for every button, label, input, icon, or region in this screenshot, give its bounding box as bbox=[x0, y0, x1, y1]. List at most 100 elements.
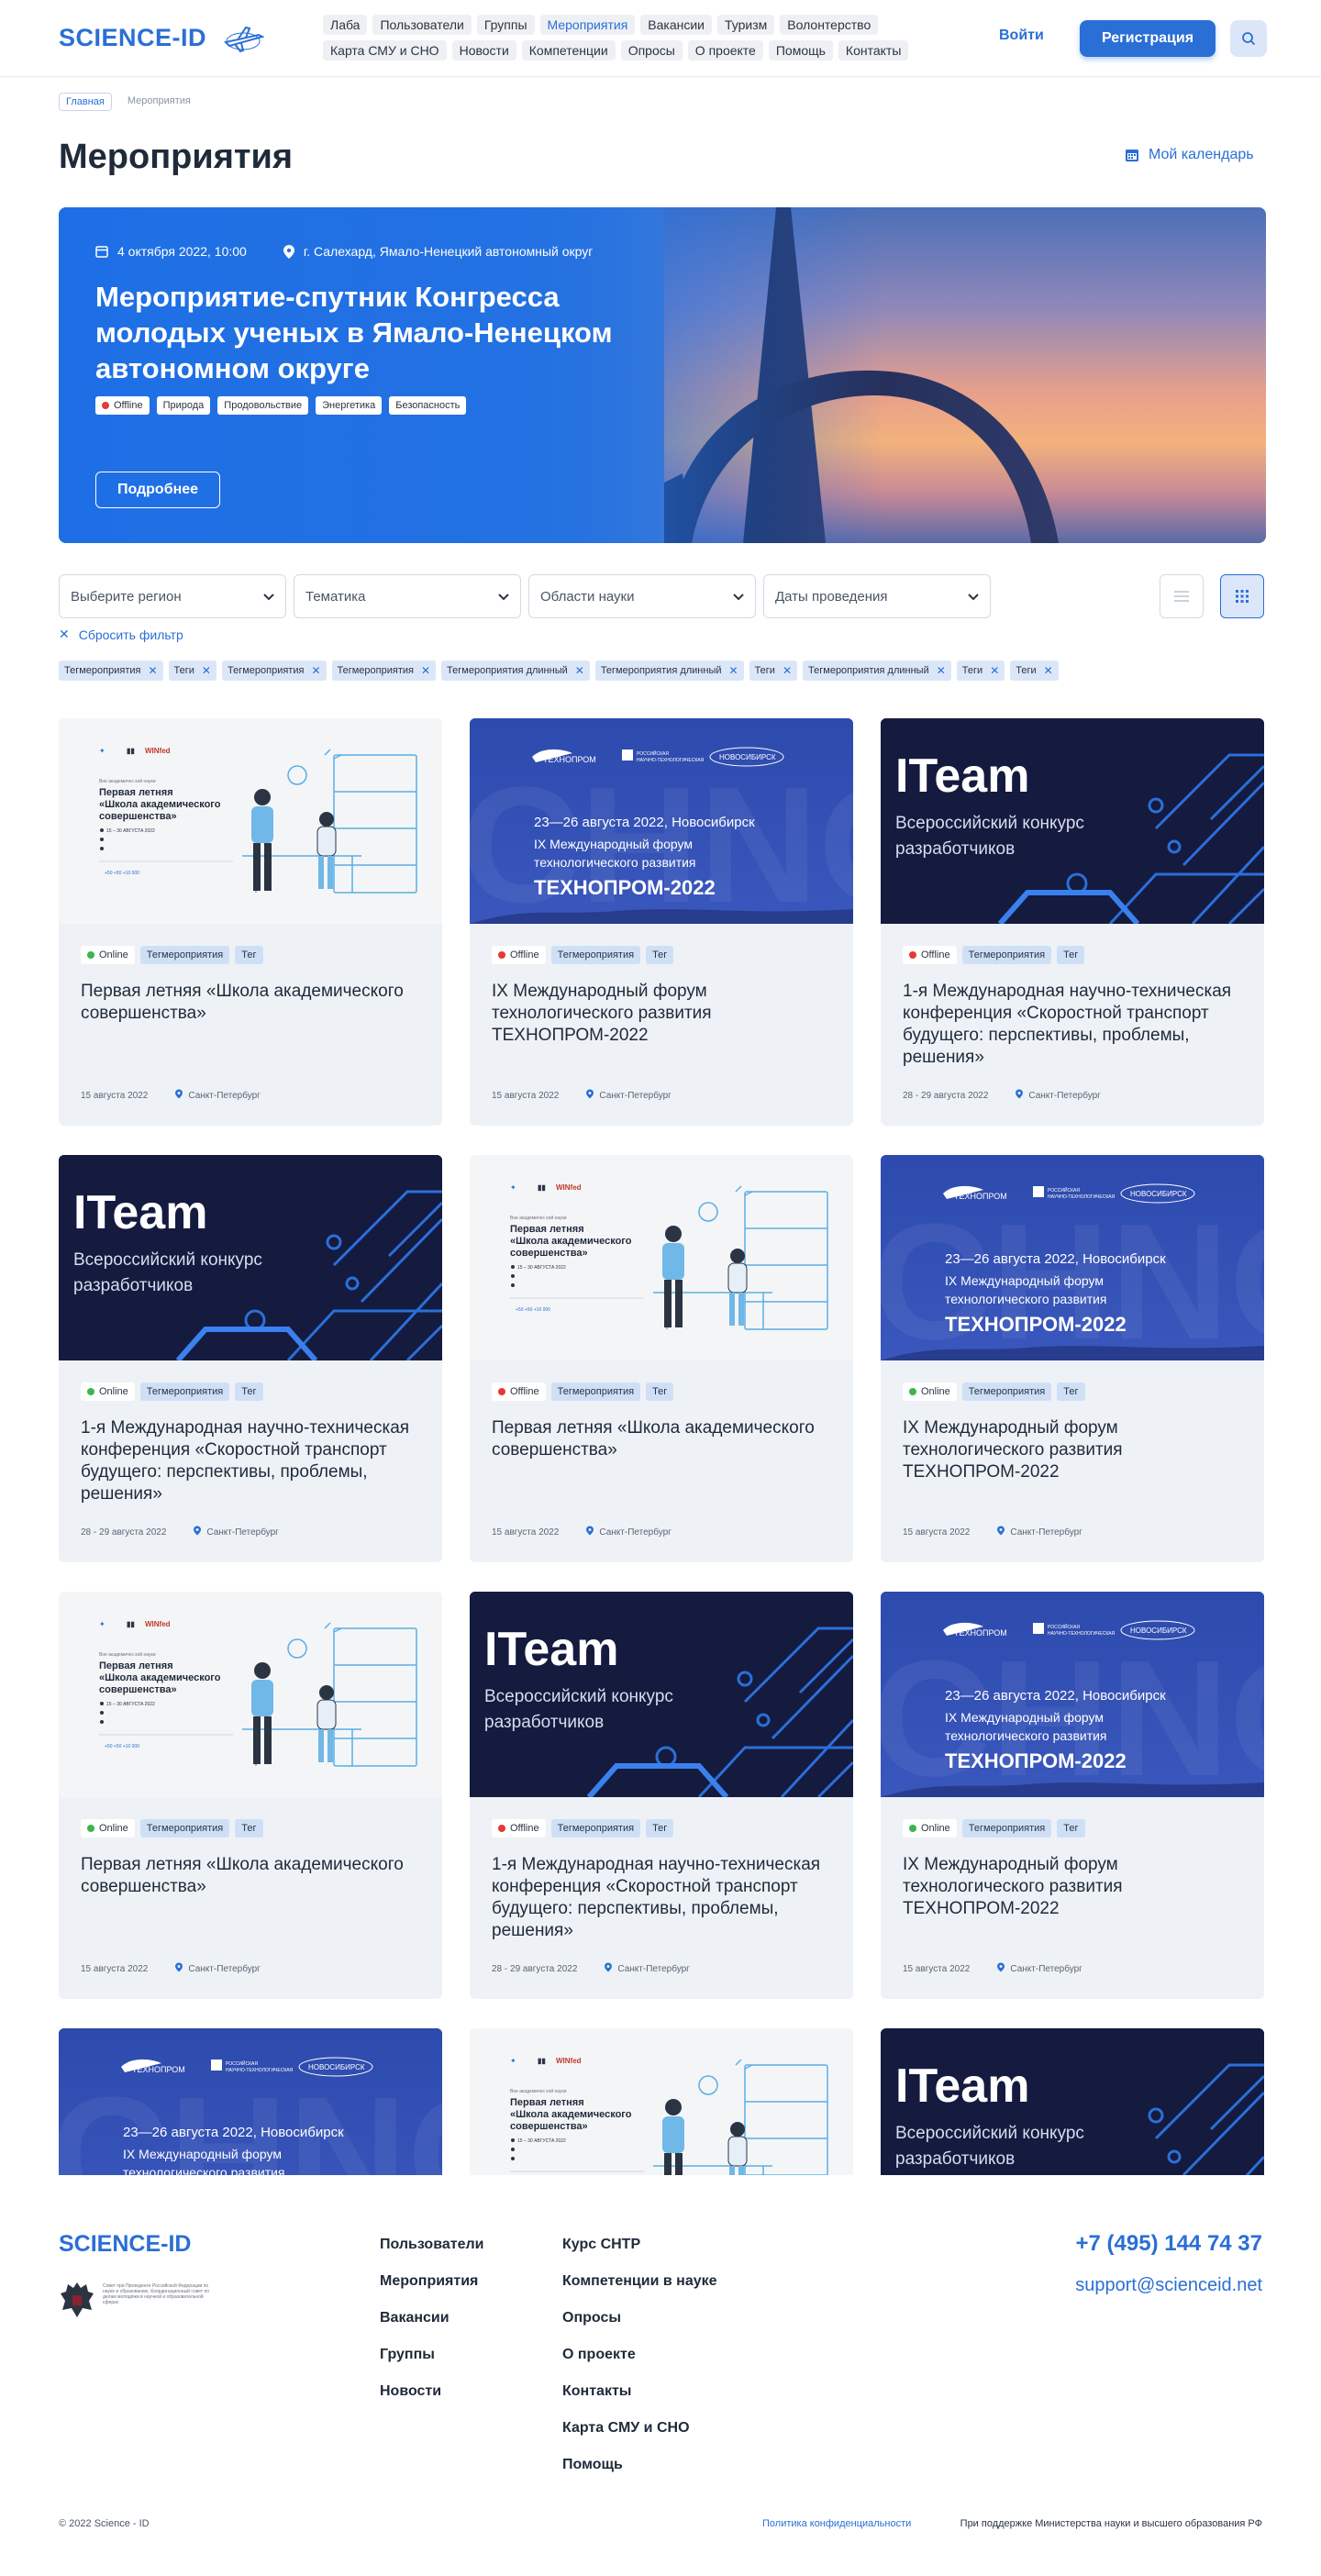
svg-text:15 – 30 АВГУСТА 2022: 15 – 30 АВГУСТА 2022 bbox=[517, 2138, 566, 2144]
svg-text:ТЕХНОПРОМ: ТЕХНОПРОМ bbox=[132, 2065, 185, 2074]
location-pin-icon bbox=[283, 244, 294, 259]
event-card[interactable]: ITeam Всероссийский конкурс разработчико… bbox=[59, 1155, 442, 1562]
site-logo[interactable]: SCIENCE-ID bbox=[59, 24, 206, 52]
svg-text:разработчиков: разработчиков bbox=[73, 1276, 193, 1295]
status-badge: Online bbox=[903, 1382, 957, 1401]
event-location: Санкт-Петербург bbox=[175, 1962, 261, 1975]
footer-link[interactable]: Новости bbox=[380, 2383, 483, 2399]
event-date: 28 - 29 августа 2022 bbox=[903, 1090, 989, 1101]
footer-emblem-text: Совет при Президенте Российской Федераци… bbox=[103, 2283, 210, 2305]
event-card[interactable]: CHNO ТЕХНОПРОМ РОССИЙСКАЯ НАУЧНО-ТЕХНОЛО… bbox=[470, 718, 853, 1126]
footer-link[interactable]: Группы bbox=[380, 2347, 483, 2362]
footer-link[interactable]: Компетенции в науке bbox=[562, 2273, 717, 2289]
event-card[interactable]: ITeam Всероссийский конкурс разработчико… bbox=[881, 718, 1264, 1126]
event-card-image: CHNO ТЕХНОПРОМ РОССИЙСКАЯ НАУЧНО-ТЕХНОЛО… bbox=[881, 1592, 1264, 1797]
event-card[interactable]: CHNO ТЕХНОПРОМ РОССИЙСКАЯ НАУЧНО-ТЕХНОЛО… bbox=[59, 2028, 442, 2175]
calendar-icon bbox=[95, 246, 108, 258]
nav-item[interactable]: Помощь bbox=[768, 40, 833, 61]
filter-select[interactable]: Тематика bbox=[294, 574, 521, 618]
filter-select[interactable]: Выберите регион bbox=[59, 574, 286, 618]
search-button[interactable] bbox=[1230, 20, 1267, 57]
breadcrumb-home[interactable]: Главная bbox=[59, 93, 112, 111]
footer-link[interactable]: Опросы bbox=[562, 2310, 717, 2326]
footer-email[interactable]: support@scienceid.net bbox=[1075, 2275, 1262, 2296]
event-card[interactable]: CHNO ТЕХНОПРОМ РОССИЙСКАЯ НАУЧНО-ТЕХНОЛО… bbox=[881, 1155, 1264, 1562]
event-date: 28 - 29 августа 2022 bbox=[492, 1963, 578, 1974]
hero-title: Мероприятие-спутник Конгресса молодых уч… bbox=[95, 281, 613, 384]
privacy-policy-link[interactable]: Политика конфиденциальности bbox=[762, 2518, 911, 2529]
event-card-image: ITeam Всероссийский конкурс разработчико… bbox=[59, 1155, 442, 1360]
footer-link[interactable]: О проекте bbox=[562, 2347, 717, 2362]
nav-item[interactable]: Пользователи bbox=[372, 15, 472, 35]
nav-item[interactable]: Лаба bbox=[323, 15, 368, 35]
event-card[interactable]: ✦ ▮▮ WINfed Вне академичес кой науки Пер… bbox=[470, 2028, 853, 2175]
remove-chip-icon[interactable]: ✕ bbox=[937, 664, 946, 677]
nav-item[interactable]: Новости bbox=[451, 40, 516, 61]
event-card-title: Первая летняя «Школа академического сове… bbox=[81, 982, 404, 1023]
event-tag: Тегмероприятия bbox=[139, 946, 230, 964]
footer-link[interactable]: Мероприятия bbox=[380, 2273, 483, 2289]
footer-link[interactable]: Карта СМУ и СНО bbox=[562, 2420, 717, 2436]
event-tag: Тег bbox=[235, 1382, 263, 1401]
filter-chip: Тегмероприятия ✕ bbox=[221, 661, 327, 681]
status-label: Online bbox=[921, 1823, 950, 1834]
event-city: Санкт-Петербург bbox=[617, 1963, 690, 1974]
filter-select[interactable]: Области науки bbox=[528, 574, 756, 618]
location-pin-icon bbox=[1016, 1089, 1024, 1102]
status-badge: Online bbox=[81, 1382, 135, 1401]
nav-item[interactable]: Мероприятия bbox=[539, 15, 636, 35]
remove-chip-icon[interactable]: ✕ bbox=[311, 664, 320, 677]
event-tag: Тегмероприятия bbox=[550, 1382, 641, 1401]
online-status-dot bbox=[909, 1388, 916, 1395]
remove-chip-icon[interactable]: ✕ bbox=[421, 664, 430, 677]
event-tag: Тегмероприятия bbox=[550, 1819, 641, 1838]
nav-item[interactable]: Опросы bbox=[620, 40, 683, 61]
chevron-down-icon bbox=[263, 589, 274, 605]
filter-chip-label: Тегмероприятия bbox=[337, 665, 414, 676]
remove-chip-icon[interactable]: ✕ bbox=[1044, 664, 1053, 677]
remove-chip-icon[interactable]: ✕ bbox=[148, 664, 157, 677]
nav-item[interactable]: Компетенции bbox=[521, 40, 616, 61]
svg-text:23—26 августа 2022, Новосибирс: 23—26 августа 2022, Новосибирск bbox=[534, 815, 755, 830]
event-card[interactable]: ✦ ▮▮ WINfed Вне академичес кой науки Пер… bbox=[59, 1592, 442, 1999]
hero-more-button[interactable]: Подробнее bbox=[95, 472, 220, 508]
remove-chip-icon[interactable]: ✕ bbox=[202, 664, 211, 677]
svg-text:«Школа академического: «Школа академического bbox=[99, 799, 221, 810]
nav-item[interactable]: Группы bbox=[476, 15, 535, 35]
nav-item[interactable]: Волонтерство bbox=[780, 15, 879, 35]
remove-chip-icon[interactable]: ✕ bbox=[783, 664, 792, 677]
my-calendar-link[interactable]: Мой календарь bbox=[1125, 147, 1254, 163]
online-status-dot bbox=[87, 1388, 94, 1395]
grid-view-toggle[interactable] bbox=[1220, 574, 1264, 618]
event-card[interactable]: ITeam Всероссийский конкурс разработчико… bbox=[881, 2028, 1264, 2175]
event-card[interactable]: ITeam Всероссийский конкурс разработчико… bbox=[470, 1592, 853, 1999]
footer-link[interactable]: Курс СНТР bbox=[562, 2237, 717, 2252]
nav-item[interactable]: Туризм bbox=[717, 15, 775, 35]
list-view-toggle[interactable] bbox=[1160, 574, 1204, 618]
event-card[interactable]: ✦ ▮▮ WINfed Вне академичес кой науки Пер… bbox=[470, 1155, 853, 1562]
filter-chip-label: Теги bbox=[961, 665, 983, 676]
footer-phone[interactable]: +7 (495) 144 74 37 bbox=[1076, 2231, 1263, 2257]
login-button[interactable]: Войти bbox=[999, 28, 1044, 44]
event-card[interactable]: ✦ ▮▮ WINfed Вне академичес кой науки Пер… bbox=[59, 718, 442, 1126]
event-card[interactable]: CHNO ТЕХНОПРОМ РОССИЙСКАЯ НАУЧНО-ТЕХНОЛО… bbox=[881, 1592, 1264, 1999]
nav-item[interactable]: О проекте bbox=[687, 40, 763, 61]
svg-text:+50 +50 +10 000: +50 +50 +10 000 bbox=[105, 1744, 139, 1749]
remove-chip-icon[interactable]: ✕ bbox=[990, 664, 999, 677]
reset-filter-link[interactable]: ✕ Сбросить фильтр bbox=[59, 627, 183, 642]
remove-chip-icon[interactable]: ✕ bbox=[575, 664, 584, 677]
nav-item[interactable]: Вакансии bbox=[640, 15, 712, 35]
footer-link[interactable]: Пользователи bbox=[380, 2237, 483, 2252]
nav-item[interactable]: Карта СМУ и СНО bbox=[323, 40, 447, 61]
event-tag: Тег bbox=[646, 1382, 674, 1401]
remove-chip-icon[interactable]: ✕ bbox=[729, 664, 738, 677]
footer-link[interactable]: Контакты bbox=[562, 2383, 717, 2399]
footer-link[interactable]: Вакансии bbox=[380, 2310, 483, 2326]
footer-link[interactable]: Помощь bbox=[562, 2457, 717, 2472]
filter-select[interactable]: Даты проведения bbox=[763, 574, 991, 618]
event-card-tags: Online Тегмероприятия Тег bbox=[81, 1819, 263, 1838]
footer-logo[interactable]: SCIENCE-ID bbox=[59, 2231, 191, 2258]
register-button[interactable]: Регистрация bbox=[1080, 20, 1216, 57]
nav-item[interactable]: Контакты bbox=[838, 40, 909, 61]
hero-banner: 4 октября 2022, 10:00 г. Салехард, Ямало… bbox=[59, 207, 1266, 543]
